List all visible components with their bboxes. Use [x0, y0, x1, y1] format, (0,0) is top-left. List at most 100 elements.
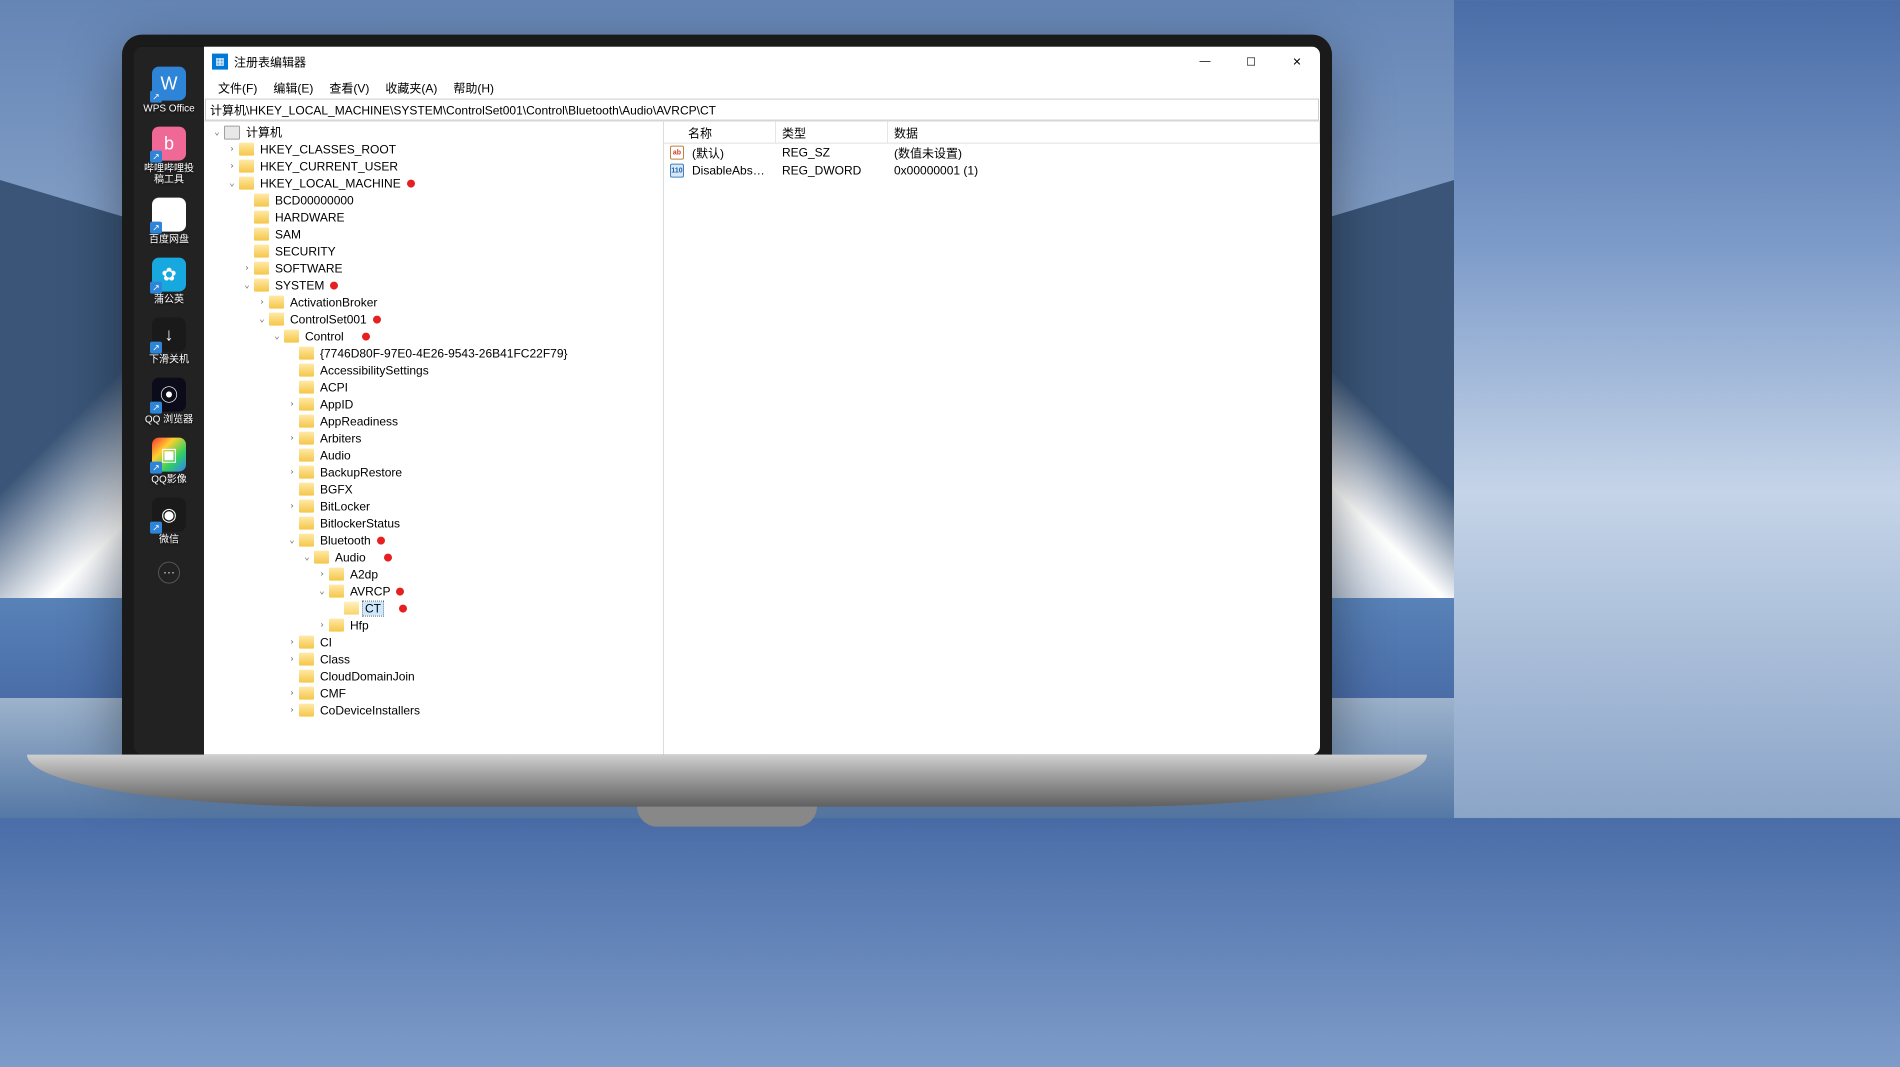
- tree-node[interactable]: ›Class: [204, 651, 663, 668]
- tree-node[interactable]: ⌄HKEY_LOCAL_MACHINE: [204, 175, 663, 192]
- column-name[interactable]: 名称: [664, 122, 776, 143]
- expand-icon[interactable]: ›: [285, 705, 299, 715]
- desktop-icon[interactable]: ▣↗QQ影像: [141, 438, 197, 486]
- tree-node[interactable]: AppReadiness: [204, 413, 663, 430]
- folder-icon: [239, 177, 254, 190]
- tree-node[interactable]: ⌄ 计算机: [204, 124, 663, 141]
- tree-node[interactable]: BGFX: [204, 481, 663, 498]
- expand-icon[interactable]: ›: [285, 501, 299, 511]
- tree-label: HKEY_CURRENT_USER: [258, 159, 400, 173]
- menu-help[interactable]: 帮助(H): [445, 76, 502, 99]
- folder-icon: [239, 160, 254, 173]
- collapse-icon[interactable]: ⌄: [300, 552, 314, 562]
- tree-label: SECURITY: [273, 244, 338, 258]
- highlight-dot-icon: [384, 553, 392, 561]
- expand-icon[interactable]: ›: [315, 569, 329, 579]
- tree-node[interactable]: {7746D80F-97E0-4E26-9543-26B41FC22F79}: [204, 345, 663, 362]
- tree-node[interactable]: ›ActivationBroker: [204, 294, 663, 311]
- tree-node[interactable]: BCD00000000: [204, 192, 663, 209]
- tree-node[interactable]: ⌄AVRCP: [204, 583, 663, 600]
- tree-node[interactable]: › BitLocker: [204, 498, 663, 515]
- menu-file[interactable]: 文件(F): [210, 76, 265, 99]
- expand-icon[interactable]: ›: [285, 433, 299, 443]
- tree-node[interactable]: ›A2dp: [204, 566, 663, 583]
- tree-node[interactable]: BitlockerStatus: [204, 515, 663, 532]
- expand-icon[interactable]: ›: [285, 637, 299, 647]
- desktop-icon[interactable]: ∞↗百度网盘: [141, 198, 197, 246]
- value-name: (默认): [686, 144, 776, 161]
- tree-node[interactable]: › HKEY_CURRENT_USER: [204, 158, 663, 175]
- tree-node[interactable]: ›CI: [204, 634, 663, 651]
- tree-node[interactable]: ›CMF: [204, 685, 663, 702]
- tree-node[interactable]: CloudDomainJoin: [204, 668, 663, 685]
- expand-icon[interactable]: ›: [225, 144, 239, 154]
- dword-value-icon: 110: [670, 164, 684, 178]
- tree-node[interactable]: ⌄Audio: [204, 549, 663, 566]
- expand-icon[interactable]: ›: [285, 688, 299, 698]
- tree-label: BitlockerStatus: [318, 516, 402, 530]
- tree-node[interactable]: ›SOFTWARE: [204, 260, 663, 277]
- tree-node[interactable]: ⌄Control: [204, 328, 663, 345]
- value-row[interactable]: ab(默认)REG_SZ(数值未设置): [664, 144, 1320, 162]
- tree-node[interactable]: CT: [204, 600, 663, 617]
- tree-node[interactable]: ⌄ControlSet001: [204, 311, 663, 328]
- tree-node[interactable]: ACPI: [204, 379, 663, 396]
- highlight-dot-icon: [362, 332, 370, 340]
- column-type[interactable]: 类型: [776, 122, 888, 143]
- expand-icon[interactable]: ›: [255, 297, 269, 307]
- folder-icon: [299, 449, 314, 462]
- minimize-button[interactable]: —: [1182, 47, 1228, 77]
- collapse-icon[interactable]: ⌄: [240, 280, 254, 290]
- expand-icon[interactable]: ›: [285, 467, 299, 477]
- tree-node[interactable]: SECURITY: [204, 243, 663, 260]
- collapse-icon[interactable]: ⌄: [315, 586, 329, 596]
- expand-icon[interactable]: ›: [225, 161, 239, 171]
- tree-label: 计算机: [244, 124, 284, 141]
- collapse-icon[interactable]: ⌄: [210, 127, 224, 137]
- collapse-icon[interactable]: ⌄: [255, 314, 269, 324]
- menu-view[interactable]: 查看(V): [321, 76, 377, 99]
- laptop-frame: W↗WPS Office b↗哔哩哔哩投稿工具 ∞↗百度网盘 ✿↗蒲公英 ↓↗下滑关机 ⦿…: [122, 35, 1332, 755]
- tree-node[interactable]: ›BackupRestore: [204, 464, 663, 481]
- desktop-icon[interactable]: ✿↗蒲公英: [141, 258, 197, 306]
- tree-node[interactable]: ›AppID: [204, 396, 663, 413]
- desktop-more-icon[interactable]: ⋯: [158, 562, 180, 584]
- value-row[interactable]: 110DisableAbsolut...REG_DWORD0x00000001 …: [664, 162, 1320, 180]
- tree-node[interactable]: ⌄SYSTEM: [204, 277, 663, 294]
- tree-label: BitLocker: [318, 499, 372, 513]
- tree-label: CoDeviceInstallers: [318, 703, 422, 717]
- menu-edit[interactable]: 编辑(E): [265, 76, 321, 99]
- tree-node[interactable]: › Hfp: [204, 617, 663, 634]
- expand-icon[interactable]: ›: [285, 654, 299, 664]
- desktop-icon[interactable]: ⦿↗QQ 浏览器: [141, 378, 197, 426]
- tree-node[interactable]: HARDWARE: [204, 209, 663, 226]
- desktop-icon[interactable]: b↗哔哩哔哩投稿工具: [141, 127, 197, 186]
- tree-node[interactable]: Audio: [204, 447, 663, 464]
- tree-node[interactable]: ›HKEY_CLASSES_ROOT: [204, 141, 663, 158]
- tree-node[interactable]: SAM: [204, 226, 663, 243]
- desktop-icon[interactable]: W↗WPS Office: [141, 67, 197, 115]
- highlight-dot-icon: [373, 315, 381, 323]
- tree-label: Hfp: [348, 618, 371, 632]
- collapse-icon[interactable]: ⌄: [270, 331, 284, 341]
- tree-node[interactable]: ⌄Bluetooth: [204, 532, 663, 549]
- desktop-icon[interactable]: ↓↗下滑关机: [141, 318, 197, 366]
- menu-favorites[interactable]: 收藏夹(A): [377, 76, 445, 99]
- address-bar[interactable]: [205, 99, 1319, 121]
- titlebar[interactable]: ▦ 注册表编辑器 — ☐ ✕: [204, 47, 1320, 77]
- collapse-icon[interactable]: ⌄: [285, 535, 299, 545]
- tree-node[interactable]: ›Arbiters: [204, 430, 663, 447]
- tree-node[interactable]: AccessibilitySettings: [204, 362, 663, 379]
- collapse-icon[interactable]: ⌄: [225, 178, 239, 188]
- tree-label: Audio: [318, 448, 353, 462]
- expand-icon[interactable]: ›: [240, 263, 254, 273]
- folder-icon: [299, 415, 314, 428]
- tree-node[interactable]: › CoDeviceInstallers: [204, 702, 663, 719]
- maximize-button[interactable]: ☐: [1228, 47, 1274, 77]
- expand-icon[interactable]: ›: [315, 620, 329, 630]
- registry-tree[interactable]: ⌄计算机›HKEY_CLASSES_ROOT›HKEY_CURRENT_USER…: [204, 122, 664, 755]
- close-button[interactable]: ✕: [1274, 47, 1320, 77]
- expand-icon[interactable]: ›: [285, 399, 299, 409]
- desktop-icon[interactable]: ◉↗微信: [141, 498, 197, 546]
- column-data[interactable]: 数据: [888, 122, 1320, 143]
